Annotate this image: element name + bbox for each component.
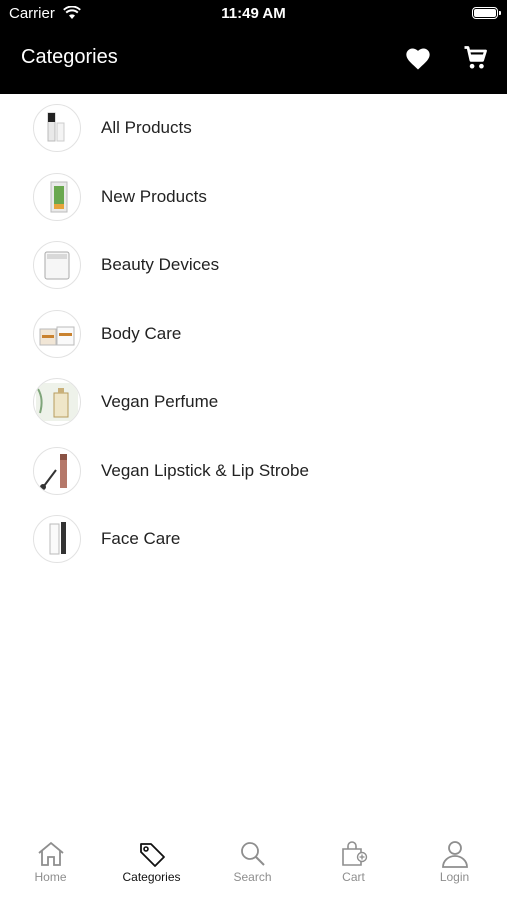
tab-search[interactable]: Search: [202, 840, 303, 896]
category-label: All Products: [101, 118, 192, 137]
category-label: Vegan Lipstick & Lip Strobe: [101, 460, 309, 480]
top-bar: Carrier 11:49 AM Categories: [0, 0, 507, 94]
category-item-vegan-perfume[interactable]: Vegan Perfume: [0, 368, 507, 437]
tab-label: Home: [34, 870, 67, 884]
category-thumbnail: [33, 104, 81, 152]
user-icon: [441, 841, 468, 868]
category-label: Beauty Devices: [101, 255, 220, 274]
page-title: Categories: [21, 46, 118, 68]
category-item-beauty-devices[interactable]: Beauty Devices: [0, 231, 507, 300]
category-thumbnail: [33, 172, 81, 221]
status-time: 11:49 AM: [221, 5, 286, 22]
cart-icon[interactable]: [461, 44, 489, 72]
category-label: Vegan Perfume: [101, 392, 219, 411]
category-item-vegan-lipstick[interactable]: Vegan Lipstick & Lip Strobe: [0, 437, 507, 506]
tag-icon: [139, 843, 165, 867]
category-item-body-care[interactable]: Body Care: [0, 300, 507, 369]
tab-home[interactable]: Home: [0, 840, 101, 896]
category-label: New Products: [101, 186, 207, 206]
bag-icon: [341, 841, 367, 866]
category-list: All Products New Products Beauty Devices: [0, 94, 507, 574]
category-thumbnail: [33, 515, 81, 563]
category-thumbnail: [33, 241, 81, 289]
tab-categories[interactable]: Categories: [101, 840, 202, 896]
battery-icon: [472, 7, 501, 19]
tab-bar: Home Categories Search Cart Login: [0, 832, 507, 900]
tab-label: Cart: [342, 870, 365, 884]
category-label: Face Care: [101, 529, 181, 548]
home-icon: [37, 841, 64, 866]
category-thumbnail: [33, 309, 81, 358]
category-item-face-care[interactable]: Face Care: [0, 505, 507, 574]
category-item-all-products[interactable]: All Products: [0, 94, 507, 163]
category-thumbnail: [33, 378, 81, 426]
category-item-new-products[interactable]: New Products: [0, 163, 507, 232]
tab-label: Login: [439, 870, 470, 884]
tab-label: Search: [233, 870, 272, 884]
tab-login[interactable]: Login: [404, 840, 505, 896]
status-bar: Carrier 11:49 AM: [0, 0, 507, 28]
heart-icon[interactable]: [404, 45, 432, 73]
search-icon: [240, 842, 265, 866]
navigation-bar: Categories: [0, 28, 507, 94]
category-label: Body Care: [101, 323, 182, 343]
tab-label: Categories: [122, 870, 181, 884]
category-thumbnail: [33, 446, 81, 495]
tab-cart[interactable]: Cart: [303, 840, 404, 896]
